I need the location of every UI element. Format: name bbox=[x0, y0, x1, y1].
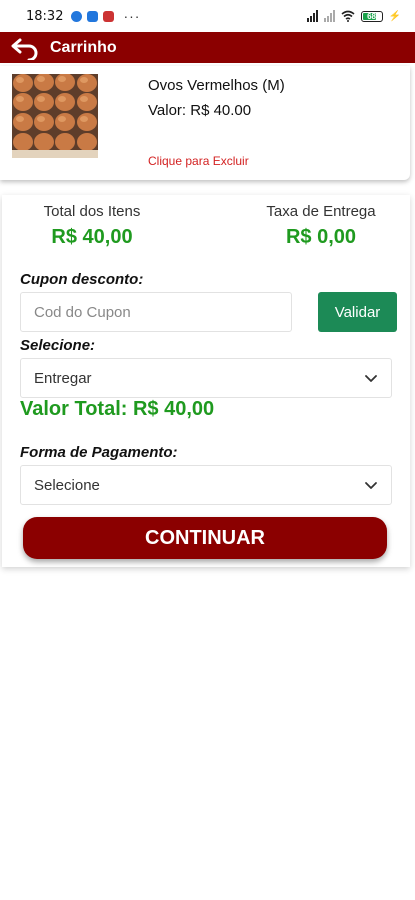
signal-icon bbox=[306, 10, 318, 22]
coupon-label: Cupon desconto: bbox=[20, 271, 144, 288]
items-total-value: R$ 40,00 bbox=[51, 226, 133, 248]
item-name: Ovos Vermelhos (M) bbox=[148, 77, 285, 94]
continue-button[interactable]: CONTINUAR bbox=[23, 517, 387, 559]
payment-label: Forma de Pagamento: bbox=[20, 444, 178, 461]
gallery-notification-icon bbox=[103, 10, 115, 22]
chevron-down-icon bbox=[365, 481, 377, 489]
chevron-down-icon bbox=[365, 374, 377, 382]
notification-icon bbox=[71, 10, 83, 22]
more-notifications-icon: ··· bbox=[123, 8, 141, 24]
page-title: Carrinho bbox=[50, 38, 117, 56]
payment-select[interactable]: Selecione bbox=[20, 465, 392, 505]
delivery-select-value: Entregar bbox=[34, 369, 92, 387]
delete-item-link[interactable]: Clique para Excluir bbox=[148, 154, 249, 168]
app-notification-icon bbox=[87, 10, 99, 22]
delivery-fee-label: Taxa de Entrega bbox=[266, 203, 376, 220]
signal-secondary-icon bbox=[323, 10, 335, 22]
status-bar: 18:32 ··· 68 ⚡ bbox=[0, 0, 415, 32]
order-summary: Total dos Itens R$ 40,00 Taxa de Entrega… bbox=[2, 195, 410, 567]
charging-icon: ⚡ bbox=[388, 10, 401, 22]
back-arrow-icon[interactable] bbox=[10, 36, 40, 60]
wifi-icon bbox=[341, 10, 355, 22]
delivery-fee: Taxa de Entrega R$ 0,00 bbox=[256, 203, 386, 249]
items-total-label: Total dos Itens bbox=[43, 203, 141, 220]
validate-button[interactable]: Validar bbox=[318, 292, 397, 332]
app-bar: Carrinho bbox=[0, 32, 415, 63]
battery-level: 68 bbox=[367, 11, 376, 21]
delivery-fee-value: R$ 0,00 bbox=[285, 226, 357, 248]
coupon-input[interactable] bbox=[20, 292, 292, 332]
cart-item: Ovos Vermelhos (M) Valor: R$ 40.00 Cliqu… bbox=[0, 66, 410, 180]
items-total: Total dos Itens R$ 40,00 bbox=[30, 203, 154, 249]
grand-total: Valor Total: R$ 40,00 bbox=[20, 398, 215, 420]
status-time: 18:32 bbox=[26, 8, 64, 24]
battery-icon: 68 bbox=[360, 10, 383, 22]
delivery-select-label: Selecione: bbox=[20, 337, 96, 354]
item-price: Valor: R$ 40.00 bbox=[148, 102, 252, 119]
payment-select-value: Selecione bbox=[34, 476, 100, 494]
product-image bbox=[12, 74, 98, 158]
delivery-select[interactable]: Entregar bbox=[20, 358, 392, 398]
status-icons: 68 ⚡ bbox=[306, 10, 401, 22]
